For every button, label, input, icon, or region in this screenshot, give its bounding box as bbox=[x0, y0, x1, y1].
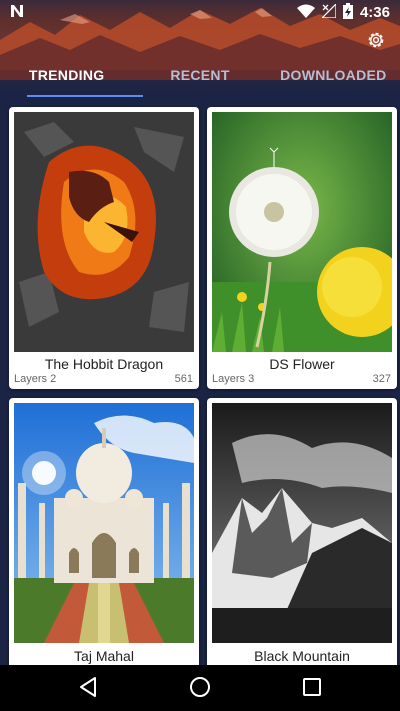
wifi-icon bbox=[296, 4, 315, 21]
card-title: Black Mountain bbox=[254, 648, 350, 664]
status-clock: 4:36 bbox=[359, 4, 390, 21]
app-header: 4:36 TRENDING RECENT DOWNLOADED bbox=[0, 0, 400, 100]
card-layers-label: Layers 3 bbox=[212, 373, 255, 385]
active-tab-indicator bbox=[27, 95, 143, 97]
card-title: Taj Mahal bbox=[74, 648, 134, 664]
tab-bar: TRENDING RECENT DOWNLOADED bbox=[0, 60, 400, 100]
signal-off-icon bbox=[320, 2, 337, 21]
recents-square-icon[interactable] bbox=[302, 676, 322, 703]
taj-mahal-image bbox=[14, 403, 194, 643]
home-circle-icon[interactable] bbox=[189, 676, 211, 703]
card-black-mountain[interactable]: Black Mountain bbox=[207, 398, 397, 670]
dragon-in-cave-image bbox=[14, 112, 194, 352]
card-ds-flower[interactable]: DS Flower Layers 3 327 bbox=[207, 107, 397, 389]
back-triangle-icon[interactable] bbox=[78, 676, 98, 703]
status-bar: 4:36 bbox=[0, 0, 400, 24]
card-the-hobbit-dragon[interactable]: The Hobbit Dragon Layers 2 561 bbox=[9, 107, 199, 389]
card-title: The Hobbit Dragon bbox=[44, 356, 164, 372]
notification-n-icon bbox=[10, 4, 24, 21]
card-layers-label: Layers 2 bbox=[14, 373, 57, 385]
card-taj-mahal[interactable]: Taj Mahal bbox=[9, 398, 199, 670]
tab-trending[interactable]: TRENDING bbox=[0, 60, 133, 100]
system-navigation-bar bbox=[0, 665, 400, 711]
card-title: DS Flower bbox=[269, 356, 335, 372]
tab-recent[interactable]: RECENT bbox=[133, 60, 266, 100]
dandelion-image bbox=[212, 112, 392, 352]
gear-icon[interactable] bbox=[366, 30, 386, 55]
card-count: 561 bbox=[174, 373, 193, 385]
card-count: 327 bbox=[372, 373, 391, 385]
battery-charging-icon bbox=[342, 3, 353, 22]
tab-downloaded[interactable]: DOWNLOADED bbox=[267, 60, 400, 100]
snowy-mountain-bw-image bbox=[212, 403, 392, 643]
